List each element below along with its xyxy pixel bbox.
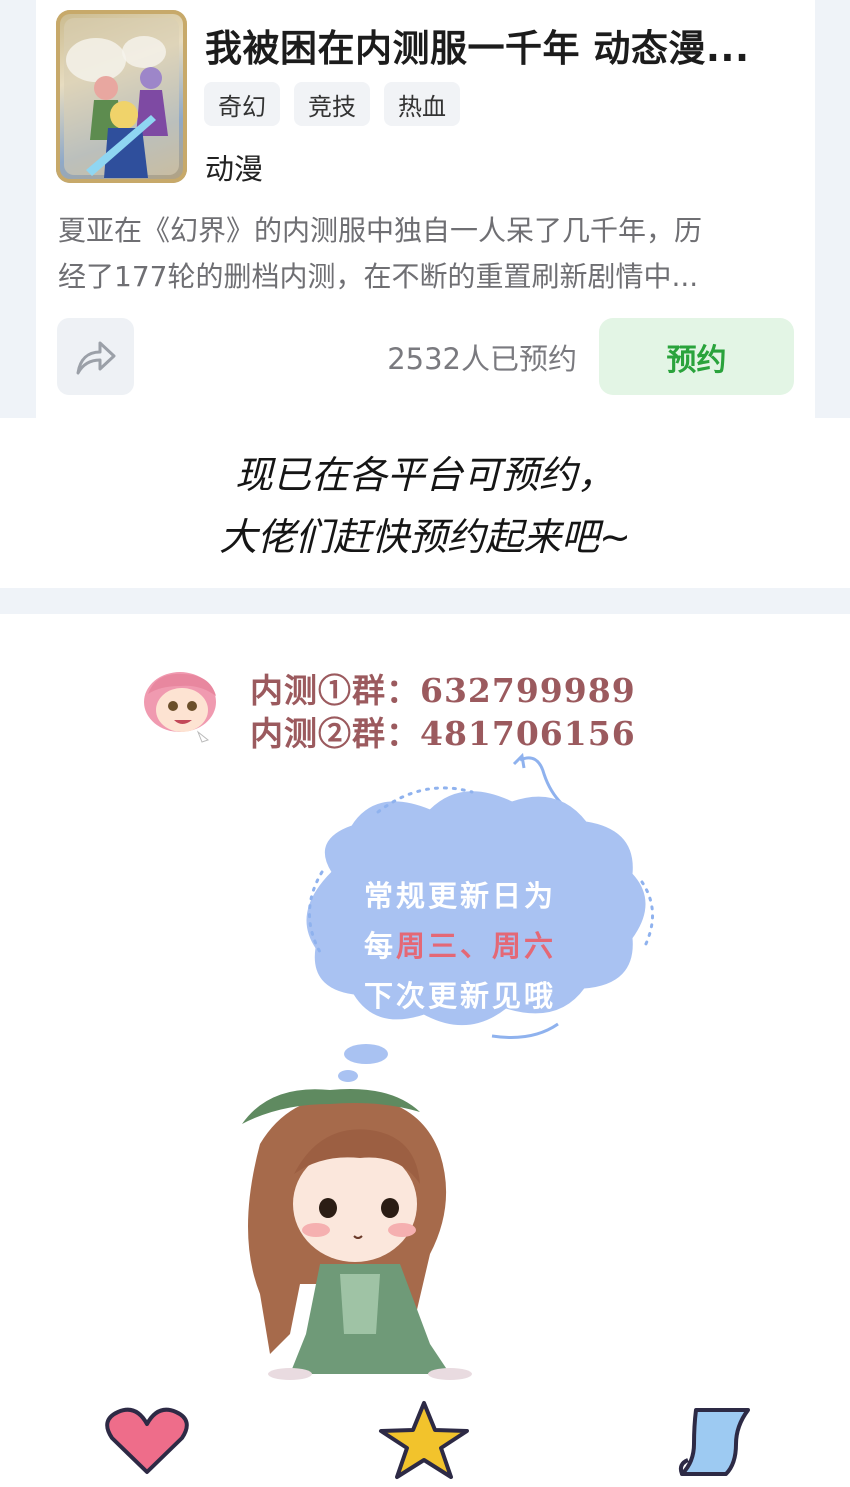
group-2-number[interactable]: 内测②群：481706156 xyxy=(250,707,636,755)
book-title[interactable]: 我被困在内测服一千年 动态漫... xyxy=(205,18,795,72)
announcement-line-1: 现已在各平台可预约， xyxy=(234,453,615,497)
group-1-number[interactable]: 内测①群：632799989 xyxy=(250,664,636,712)
tag-list: 奇幻 竞技 热血 xyxy=(204,82,460,126)
cloud-line-1: 常规更新日为 xyxy=(363,879,556,913)
announcement-line-2: 大佬们赶快预约起来吧~ xyxy=(219,515,631,559)
cloud-line-2-prefix: 每 xyxy=(363,929,396,963)
description-line: 夏亚在《幻界》的内测服中独自一人呆了几千年，历 xyxy=(58,214,703,247)
promo-panel: 内测①群：632799989 内测②群：481706156 常规更新日为 每周三… xyxy=(0,614,850,1487)
cloud-line-2: 每周三、周六 xyxy=(0,923,850,965)
book-category: 动漫 xyxy=(205,152,264,186)
book-card[interactable]: 我被困在内测服一千年 动态漫... 奇幻 竞技 热血 动漫 夏亚在《幻界》的内测… xyxy=(36,0,815,418)
cloud-line-3: 下次更新见哦 xyxy=(363,979,556,1013)
reserve-button[interactable]: 预约 xyxy=(599,318,794,395)
share-button[interactable] xyxy=(57,318,134,395)
heart-icon[interactable] xyxy=(104,1406,190,1476)
book-description[interactable]: 夏亚在《幻界》的内测服中独自一人呆了几千年，历 经了177轮的删档内测，在不断的… xyxy=(58,208,798,300)
thought-cloud-icon xyxy=(306,752,654,1082)
maid-character-icon xyxy=(242,1088,472,1380)
tag-passion[interactable]: 热血 xyxy=(384,82,460,126)
scroll-icon[interactable] xyxy=(678,1404,754,1480)
pink-hair-character-icon xyxy=(144,672,216,743)
tag-competition[interactable]: 竞技 xyxy=(294,82,370,126)
share-arrow-icon xyxy=(76,341,115,374)
reservation-count: 2532人已预约 xyxy=(387,342,577,376)
book-cover[interactable] xyxy=(56,10,187,183)
announcement-panel: 现已在各平台可预约， 大佬们赶快预约起来吧~ xyxy=(0,418,850,588)
tag-fantasy[interactable]: 奇幻 xyxy=(204,82,280,126)
update-days: 周三、周六 xyxy=(396,929,557,963)
section-divider xyxy=(0,588,850,614)
description-line: 经了177轮的删档内测，在不断的重置刷新剧情中... xyxy=(58,260,699,293)
star-icon[interactable] xyxy=(377,1400,471,1480)
cover-art xyxy=(64,18,179,178)
